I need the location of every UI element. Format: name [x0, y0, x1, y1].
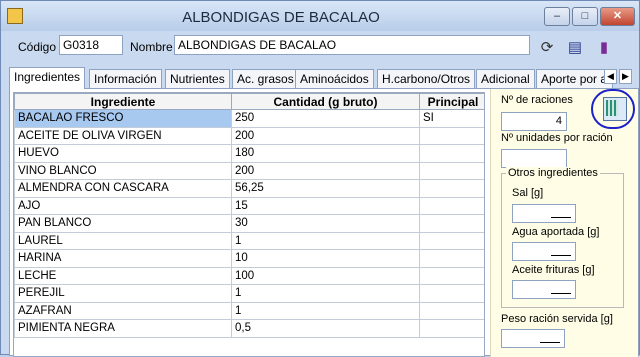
principal-cell[interactable] — [419, 214, 484, 233]
quantity-cell[interactable]: 100 — [231, 266, 420, 285]
raciones-field[interactable]: 4 — [501, 112, 567, 131]
aceite-field[interactable] — [512, 280, 576, 299]
agua-field[interactable] — [512, 242, 576, 261]
ingredient-cell[interactable]: AZAFRAN — [14, 301, 232, 320]
raciones-label: Nº de raciones — [501, 94, 573, 106]
ingredient-cell[interactable]: BACALAO FRESCO — [14, 109, 232, 128]
principal-cell[interactable] — [419, 266, 484, 285]
principal-cell[interactable] — [419, 231, 484, 250]
tab-scroll-right[interactable]: ▶ — [619, 69, 632, 84]
tab-aporte[interactable]: Aporte por a — [536, 69, 613, 89]
ingredient-cell[interactable]: LECHE — [14, 266, 232, 285]
table-row[interactable]: ALMENDRA CON CASCARA 56,25 — [14, 179, 484, 198]
table-row[interactable]: HARINA 10 — [14, 249, 484, 268]
report-icon[interactable]: ▤ — [566, 39, 584, 57]
principal-cell[interactable] — [419, 144, 484, 163]
ingredients-grid: Ingrediente Cantidad (g bruto) Principal… — [13, 92, 485, 357]
column-header-principal[interactable]: Principal — [419, 93, 484, 110]
chart-icon[interactable]: ▮ — [595, 39, 613, 57]
table-row[interactable]: HUEVO 180 — [14, 144, 484, 163]
ingredient-cell[interactable]: PIMIENTA NEGRA — [14, 319, 232, 338]
recipe-window: ALBONDIGAS DE BACALAO – □ ✕ Código G0318… — [0, 0, 640, 357]
table-row[interactable]: PIMIENTA NEGRA 0,5 — [14, 319, 484, 338]
principal-cell[interactable] — [419, 126, 484, 145]
ingredient-cell[interactable]: VINO BLANCO — [14, 161, 232, 180]
ingredient-cell[interactable]: ALMENDRA CON CASCARA — [14, 179, 232, 198]
table-row[interactable]: LECHE 100 — [14, 266, 484, 285]
principal-cell[interactable] — [419, 301, 484, 320]
quantity-cell[interactable]: 200 — [231, 161, 420, 180]
aceite-label: Aceite frituras [g] — [512, 264, 595, 276]
quantity-cell[interactable]: 180 — [231, 144, 420, 163]
calculator-icon[interactable] — [603, 97, 627, 121]
tab-ingredientes[interactable]: Ingredientes — [9, 67, 86, 89]
table-row[interactable]: PAN BLANCO 30 — [14, 214, 484, 233]
ingredient-cell[interactable]: HARINA — [14, 249, 232, 268]
table-row[interactable]: AZAFRAN 1 — [14, 301, 484, 320]
sal-label: Sal [g] — [512, 187, 544, 199]
quantity-cell[interactable]: 250 — [231, 109, 420, 128]
quantity-cell[interactable]: 10 — [231, 249, 420, 268]
peso-field[interactable] — [501, 329, 565, 348]
principal-cell[interactable] — [419, 196, 484, 215]
column-header-cantidad[interactable]: Cantidad (g bruto) — [231, 93, 420, 110]
quantity-cell[interactable]: 200 — [231, 126, 420, 145]
maximize-button[interactable]: □ — [572, 7, 598, 26]
table-row[interactable]: VINO BLANCO 200 — [14, 161, 484, 180]
title-bar: ALBONDIGAS DE BACALAO – □ ✕ — [1, 1, 639, 31]
otros-ingredientes-group: Otros ingredientes Sal [g] Agua aportada… — [501, 167, 624, 308]
quantity-cell[interactable]: 1 — [231, 284, 420, 303]
ingredient-cell[interactable]: ACEITE DE OLIVA VIRGEN — [14, 126, 232, 145]
principal-cell[interactable]: SI — [419, 109, 484, 128]
nombre-field[interactable]: ALBONDIGAS DE BACALAO — [174, 35, 530, 55]
ingredient-cell[interactable]: HUEVO — [14, 144, 232, 163]
window-title: ALBONDIGAS DE BACALAO — [182, 9, 380, 26]
sal-field[interactable] — [512, 204, 576, 223]
nombre-label: Nombre — [130, 40, 173, 54]
tab-nutrientes[interactable]: Nutrientes — [165, 69, 230, 89]
table-row[interactable]: ACEITE DE OLIVA VIRGEN 200 — [14, 126, 484, 145]
codigo-label: Código — [18, 40, 57, 54]
table-row[interactable]: PEREJIL 1 — [14, 284, 484, 303]
ingredient-cell[interactable]: PEREJIL — [14, 284, 232, 303]
table-row[interactable]: AJO 15 — [14, 196, 484, 215]
principal-cell[interactable] — [419, 161, 484, 180]
refresh-icon[interactable]: ⟳ — [538, 39, 556, 57]
principal-cell[interactable] — [419, 319, 484, 338]
ingredient-cell[interactable]: LAUREL — [14, 231, 232, 250]
table-row[interactable]: LAUREL 1 — [14, 231, 484, 250]
tab-scroll-left[interactable]: ◀ — [604, 69, 617, 84]
tab-adicional[interactable]: Adicional — [476, 69, 535, 89]
quantity-cell[interactable]: 30 — [231, 214, 420, 233]
quantity-cell[interactable]: 56,25 — [231, 179, 420, 198]
otros-ingredientes-title: Otros ingredientes — [506, 167, 600, 179]
tab-hcarbono-otros[interactable]: H.carbono/Otros — [377, 69, 476, 89]
principal-cell[interactable] — [419, 179, 484, 198]
tab-ac-grasos[interactable]: Ac. grasos — [232, 69, 299, 89]
close-button[interactable]: ✕ — [600, 7, 635, 26]
peso-label: Peso ración servida [g] — [501, 313, 613, 325]
quantity-cell[interactable]: 1 — [231, 301, 420, 320]
tab-aminoacidos[interactable]: Aminoácidos — [295, 69, 374, 89]
agua-label: Agua aportada [g] — [512, 226, 600, 238]
ingredient-cell[interactable]: PAN BLANCO — [14, 214, 232, 233]
quantity-cell[interactable]: 0,5 — [231, 319, 420, 338]
principal-cell[interactable] — [419, 284, 484, 303]
ingredient-cell[interactable]: AJO — [14, 196, 232, 215]
quantity-cell[interactable]: 1 — [231, 231, 420, 250]
minimize-button[interactable]: – — [544, 7, 570, 26]
side-panel: Nº de raciones 4 Nº unidades por ración … — [490, 89, 638, 357]
principal-cell[interactable] — [419, 249, 484, 268]
column-header-ingrediente[interactable]: Ingrediente — [14, 93, 232, 110]
tab-bar: Ingredientes Información Nutrientes Ac. … — [9, 67, 639, 89]
table-row[interactable]: BACALAO FRESCO 250 SI — [14, 109, 484, 128]
codigo-field[interactable]: G0318 — [59, 35, 123, 55]
tab-content: Ingrediente Cantidad (g bruto) Principal… — [9, 88, 639, 357]
unidades-label: Nº unidades por ración — [501, 132, 613, 144]
tab-informacion[interactable]: Información — [89, 69, 162, 89]
calculator-highlight[interactable] — [591, 89, 635, 129]
unidades-field[interactable] — [501, 149, 567, 168]
quantity-cell[interactable]: 15 — [231, 196, 420, 215]
